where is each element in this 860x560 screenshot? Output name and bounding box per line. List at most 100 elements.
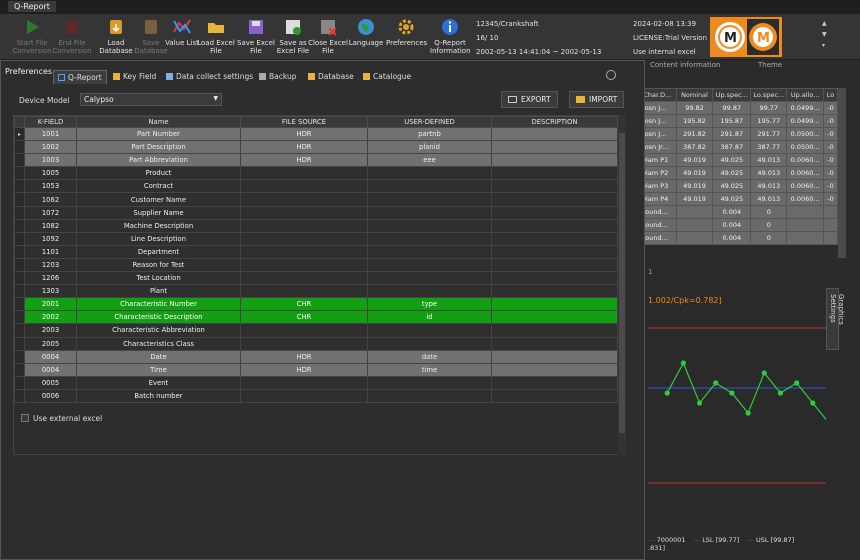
table-cell[interactable]: 0.0060...: [786, 166, 825, 180]
col-header[interactable]: Lo.spec...: [750, 88, 788, 102]
grid-cell-desc[interactable]: [491, 310, 618, 325]
tab-database[interactable]: Database: [304, 70, 358, 84]
row-indicator[interactable]: [14, 336, 25, 351]
grid-row[interactable]: 1053 Contract: [14, 179, 618, 194]
checkbox-box[interactable]: [21, 414, 29, 422]
grid-cell-src[interactable]: CHR: [240, 310, 368, 325]
row-indicator[interactable]: [14, 388, 25, 403]
row-indicator[interactable]: [14, 192, 25, 207]
row-indicator[interactable]: ▸: [14, 126, 25, 142]
grid-cell-name[interactable]: Department: [76, 244, 241, 259]
table-row[interactable]: Round... 0.004 0: [638, 231, 838, 245]
table-cell[interactable]: 0.0060...: [786, 153, 825, 167]
table-row[interactable]: Diam P3 49.019 49.025 49.013 0.0060... -0: [638, 179, 838, 193]
grid-cell-user[interactable]: [367, 218, 492, 233]
language-button[interactable]: Language: [346, 17, 386, 47]
table-row[interactable]: Round... 0.004 0: [638, 205, 838, 219]
tab-data-collect-settings[interactable]: Data collect settings: [162, 70, 257, 84]
grid-cell-src[interactable]: [240, 192, 368, 207]
grid-cell-desc[interactable]: [491, 153, 618, 168]
grid-cell-name[interactable]: Part Abbreviation: [76, 153, 241, 168]
table-row[interactable]: Posn Jr... 387.82 387.87 387.77 0.0500... -0: [638, 140, 838, 154]
q-report-information-button[interactable]: Q-Report Information: [430, 17, 471, 55]
grid-row[interactable]: 2005 Characteristics Class: [14, 336, 618, 351]
grid-cell-user[interactable]: [367, 179, 492, 194]
grid-cell-k[interactable]: 1101: [24, 244, 77, 259]
grid-cell-src[interactable]: HDR: [240, 140, 368, 155]
table-cell[interactable]: 49.019: [675, 153, 714, 167]
grid-row[interactable]: 1092 Line Description: [14, 231, 618, 246]
grid-cell-k[interactable]: 2005: [24, 336, 77, 351]
table-cell[interactable]: 99.82: [675, 101, 714, 115]
table-cell[interactable]: 387.77: [750, 140, 788, 154]
app-tab[interactable]: Q-Report: [8, 1, 56, 12]
row-indicator[interactable]: [14, 349, 25, 364]
grid-cell-src[interactable]: HDR: [240, 362, 368, 377]
grid-cell-src[interactable]: [240, 257, 368, 273]
grid-row[interactable]: 0005 Event: [14, 375, 618, 390]
grid-row[interactable]: 0004 Date HDR date: [14, 349, 618, 364]
table-cell[interactable]: [675, 205, 714, 219]
table-cell[interactable]: -0: [823, 179, 838, 193]
table-cell[interactable]: [823, 218, 838, 232]
table-cell[interactable]: 99.87: [712, 101, 752, 115]
grid-cell-k[interactable]: 1005: [24, 166, 77, 181]
grid-row[interactable]: 1206 Test Location: [14, 271, 618, 286]
col-file-source[interactable]: FILE SOURCE: [240, 116, 368, 128]
grid-cell-name[interactable]: Event: [76, 375, 241, 390]
grid-cell-src[interactable]: HDR: [240, 126, 368, 142]
grid-cell-k[interactable]: 1303: [24, 284, 77, 299]
grid-cell-k[interactable]: 0005: [24, 375, 77, 390]
grid-cell-k[interactable]: 1003: [24, 153, 77, 168]
grid-cell-user[interactable]: [367, 336, 492, 351]
grid-cell-src[interactable]: CHR: [240, 297, 368, 312]
col-header[interactable]: Lo: [823, 88, 838, 102]
grid-cell-src[interactable]: [240, 231, 368, 246]
col-header[interactable]: Up.allo...: [786, 88, 825, 102]
table-cell[interactable]: [675, 231, 714, 245]
grid-cell-k[interactable]: 0004: [24, 362, 77, 377]
table-cell[interactable]: 195.87: [712, 114, 752, 128]
table-cell[interactable]: 0: [750, 231, 788, 245]
grid-cell-src[interactable]: [240, 271, 368, 286]
table-cell[interactable]: 291.77: [750, 127, 788, 141]
grid-cell-name[interactable]: Contract: [76, 179, 241, 194]
grid-row[interactable]: 0006 Batch number: [14, 388, 618, 403]
grid-row[interactable]: 1101 Department: [14, 244, 618, 259]
grid-cell-name[interactable]: Characteristic Description: [76, 310, 241, 325]
grid-cell-name[interactable]: Characteristic Number: [76, 297, 241, 312]
theme-scroll[interactable]: ▲ ▼ ▾: [822, 18, 827, 51]
col-k-field[interactable]: K-FIELD: [24, 116, 77, 128]
table-cell[interactable]: 0: [750, 218, 788, 232]
import-button[interactable]: IMPORT: [569, 91, 625, 108]
table-cell[interactable]: 195.77: [750, 114, 788, 128]
table-scrollbar[interactable]: [838, 88, 846, 258]
table-cell[interactable]: [823, 205, 838, 219]
grid-cell-src[interactable]: [240, 323, 368, 338]
table-cell[interactable]: 0.0500...: [786, 140, 825, 154]
grid-row[interactable]: ▸ 1001 Part Number HDR partnb: [14, 126, 618, 142]
table-cell[interactable]: 0.0499...: [786, 101, 825, 115]
table-cell[interactable]: 49.013: [750, 192, 788, 206]
export-button[interactable]: EXPORT: [501, 91, 558, 108]
row-indicator[interactable]: [14, 244, 25, 259]
grid-cell-name[interactable]: Plant: [76, 284, 241, 299]
grid-cell-src[interactable]: [240, 205, 368, 220]
grid-cell-src[interactable]: [240, 179, 368, 194]
grid-row[interactable]: 1002 Part Description HDR planid: [14, 140, 618, 155]
grid-cell-desc[interactable]: [491, 297, 618, 312]
grid-cell-user[interactable]: eee: [367, 153, 492, 168]
grid-cell-name[interactable]: Test Location: [76, 271, 241, 286]
grid-cell-user[interactable]: [367, 375, 492, 390]
table-cell[interactable]: 291.82: [675, 127, 714, 141]
table-cell[interactable]: 99.77: [750, 101, 788, 115]
col-header[interactable]: Up.spec...: [712, 88, 752, 102]
table-cell[interactable]: 195.82: [675, 114, 714, 128]
grid-cell-desc[interactable]: [491, 284, 618, 299]
grid-cell-k[interactable]: 2002: [24, 310, 77, 325]
grid-cell-k[interactable]: 1053: [24, 179, 77, 194]
row-indicator[interactable]: [14, 271, 25, 286]
table-cell[interactable]: [786, 231, 825, 245]
grid-cell-desc[interactable]: [491, 349, 618, 364]
grid-cell-k[interactable]: 1203: [24, 257, 77, 273]
